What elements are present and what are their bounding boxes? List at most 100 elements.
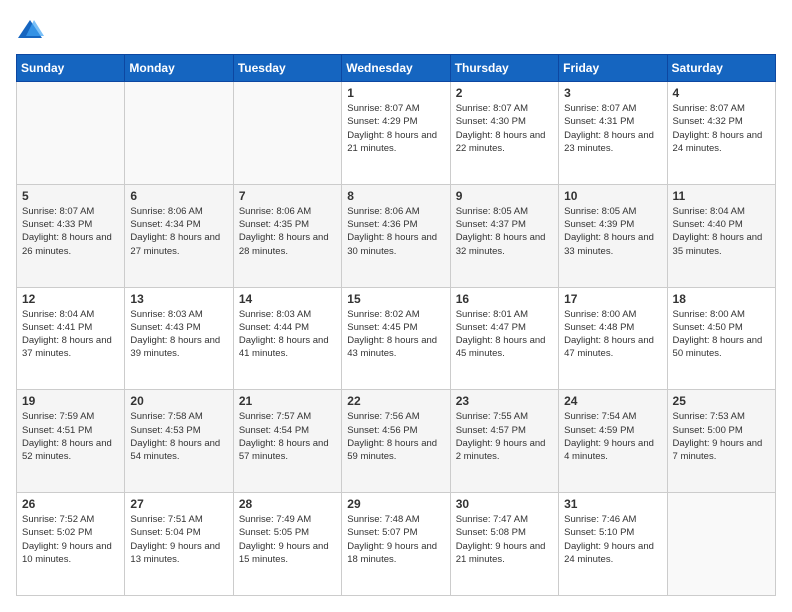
day-info: Sunrise: 7:55 AM Sunset: 4:57 PM Dayligh… bbox=[456, 410, 553, 463]
day-number: 7 bbox=[239, 189, 336, 203]
day-info: Sunrise: 7:59 AM Sunset: 4:51 PM Dayligh… bbox=[22, 410, 119, 463]
day-number: 1 bbox=[347, 86, 444, 100]
calendar-cell: 14 Sunrise: 8:03 AM Sunset: 4:44 PM Dayli… bbox=[233, 287, 341, 390]
day-info: Sunrise: 8:00 AM Sunset: 4:50 PM Dayligh… bbox=[673, 308, 770, 361]
calendar-cell: 29 Sunrise: 7:48 AM Sunset: 5:07 PM Dayli… bbox=[342, 493, 450, 596]
calendar-cell bbox=[125, 82, 233, 185]
logo-icon bbox=[16, 16, 44, 44]
day-info: Sunrise: 8:06 AM Sunset: 4:35 PM Dayligh… bbox=[239, 205, 336, 258]
calendar-cell: 3 Sunrise: 8:07 AM Sunset: 4:31 PM Daylig… bbox=[559, 82, 667, 185]
day-info: Sunrise: 8:03 AM Sunset: 4:43 PM Dayligh… bbox=[130, 308, 227, 361]
day-info: Sunrise: 7:47 AM Sunset: 5:08 PM Dayligh… bbox=[456, 513, 553, 566]
day-number: 23 bbox=[456, 394, 553, 408]
calendar-cell: 6 Sunrise: 8:06 AM Sunset: 4:34 PM Daylig… bbox=[125, 184, 233, 287]
calendar-body: 1 Sunrise: 8:07 AM Sunset: 4:29 PM Daylig… bbox=[17, 82, 776, 596]
calendar-cell: 27Sunrise: 7:51 AM Sunset: 5:04 PM Dayli… bbox=[125, 493, 233, 596]
day-number: 26 bbox=[22, 497, 119, 511]
calendar-cell: 5 Sunrise: 8:07 AM Sunset: 4:33 PM Daylig… bbox=[17, 184, 125, 287]
calendar-cell: 25 Sunrise: 7:53 AM Sunset: 5:00 PM Dayli… bbox=[667, 390, 775, 493]
calendar-cell: 8Sunrise: 8:06 AM Sunset: 4:36 PM Daylig… bbox=[342, 184, 450, 287]
day-info: Sunrise: 8:06 AM Sunset: 4:34 PM Dayligh… bbox=[130, 205, 227, 258]
calendar-cell bbox=[667, 493, 775, 596]
day-info: Sunrise: 7:52 AM Sunset: 5:02 PM Dayligh… bbox=[22, 513, 119, 566]
day-info: Sunrise: 8:03 AM Sunset: 4:44 PM Dayligh… bbox=[239, 308, 336, 361]
day-info: Sunrise: 8:05 AM Sunset: 4:37 PM Dayligh… bbox=[456, 205, 553, 258]
day-info: Sunrise: 8:07 AM Sunset: 4:32 PM Dayligh… bbox=[673, 102, 770, 155]
calendar-cell: 20Sunrise: 7:58 AM Sunset: 4:53 PM Dayli… bbox=[125, 390, 233, 493]
day-number: 24 bbox=[564, 394, 661, 408]
calendar-cell: 11 Sunrise: 8:04 AM Sunset: 4:40 PM Dayli… bbox=[667, 184, 775, 287]
header-day: Thursday bbox=[450, 55, 558, 82]
calendar-cell: 16Sunrise: 8:01 AM Sunset: 4:47 PM Dayli… bbox=[450, 287, 558, 390]
calendar-cell: 22 Sunrise: 7:56 AM Sunset: 4:56 PM Dayli… bbox=[342, 390, 450, 493]
day-number: 25 bbox=[673, 394, 770, 408]
day-info: Sunrise: 7:57 AM Sunset: 4:54 PM Dayligh… bbox=[239, 410, 336, 463]
calendar-cell: 31 Sunrise: 7:46 AM Sunset: 5:10 PM Dayli… bbox=[559, 493, 667, 596]
header-day: Sunday bbox=[17, 55, 125, 82]
day-info: Sunrise: 7:53 AM Sunset: 5:00 PM Dayligh… bbox=[673, 410, 770, 463]
day-info: Sunrise: 7:46 AM Sunset: 5:10 PM Dayligh… bbox=[564, 513, 661, 566]
day-number: 4 bbox=[673, 86, 770, 100]
day-number: 5 bbox=[22, 189, 119, 203]
header-day: Tuesday bbox=[233, 55, 341, 82]
header-day: Saturday bbox=[667, 55, 775, 82]
calendar-cell: 30 Sunrise: 7:47 AM Sunset: 5:08 PM Dayli… bbox=[450, 493, 558, 596]
day-number: 22 bbox=[347, 394, 444, 408]
calendar-week-row: 5 Sunrise: 8:07 AM Sunset: 4:33 PM Daylig… bbox=[17, 184, 776, 287]
day-info: Sunrise: 8:07 AM Sunset: 4:31 PM Dayligh… bbox=[564, 102, 661, 155]
day-info: Sunrise: 8:07 AM Sunset: 4:33 PM Dayligh… bbox=[22, 205, 119, 258]
calendar-cell: 23 Sunrise: 7:55 AM Sunset: 4:57 PM Dayli… bbox=[450, 390, 558, 493]
calendar-week-row: 12Sunrise: 8:04 AM Sunset: 4:41 PM Dayli… bbox=[17, 287, 776, 390]
day-number: 8 bbox=[347, 189, 444, 203]
day-number: 13 bbox=[130, 292, 227, 306]
header-day: Monday bbox=[125, 55, 233, 82]
day-info: Sunrise: 8:07 AM Sunset: 4:30 PM Dayligh… bbox=[456, 102, 553, 155]
calendar-cell: 1 Sunrise: 8:07 AM Sunset: 4:29 PM Daylig… bbox=[342, 82, 450, 185]
day-info: Sunrise: 8:04 AM Sunset: 4:40 PM Dayligh… bbox=[673, 205, 770, 258]
day-info: Sunrise: 8:02 AM Sunset: 4:45 PM Dayligh… bbox=[347, 308, 444, 361]
header-day: Wednesday bbox=[342, 55, 450, 82]
calendar-cell: 18Sunrise: 8:00 AM Sunset: 4:50 PM Dayli… bbox=[667, 287, 775, 390]
calendar-cell: 2Sunrise: 8:07 AM Sunset: 4:30 PM Daylig… bbox=[450, 82, 558, 185]
calendar-week-row: 1 Sunrise: 8:07 AM Sunset: 4:29 PM Daylig… bbox=[17, 82, 776, 185]
calendar-cell: 4 Sunrise: 8:07 AM Sunset: 4:32 PM Daylig… bbox=[667, 82, 775, 185]
header-row: SundayMondayTuesdayWednesdayThursdayFrid… bbox=[17, 55, 776, 82]
calendar-cell: 26 Sunrise: 7:52 AM Sunset: 5:02 PM Dayli… bbox=[17, 493, 125, 596]
day-number: 16 bbox=[456, 292, 553, 306]
calendar-cell: 12Sunrise: 8:04 AM Sunset: 4:41 PM Dayli… bbox=[17, 287, 125, 390]
day-number: 29 bbox=[347, 497, 444, 511]
header bbox=[16, 16, 776, 44]
calendar-cell bbox=[233, 82, 341, 185]
calendar-cell: 19 Sunrise: 7:59 AM Sunset: 4:51 PM Dayli… bbox=[17, 390, 125, 493]
day-info: Sunrise: 8:07 AM Sunset: 4:29 PM Dayligh… bbox=[347, 102, 444, 155]
day-number: 6 bbox=[130, 189, 227, 203]
calendar-cell: 28 Sunrise: 7:49 AM Sunset: 5:05 PM Dayli… bbox=[233, 493, 341, 596]
day-number: 9 bbox=[456, 189, 553, 203]
day-number: 12 bbox=[22, 292, 119, 306]
day-number: 10 bbox=[564, 189, 661, 203]
day-number: 3 bbox=[564, 86, 661, 100]
calendar-week-row: 19 Sunrise: 7:59 AM Sunset: 4:51 PM Dayli… bbox=[17, 390, 776, 493]
calendar-cell: 13 Sunrise: 8:03 AM Sunset: 4:43 PM Dayli… bbox=[125, 287, 233, 390]
day-info: Sunrise: 7:48 AM Sunset: 5:07 PM Dayligh… bbox=[347, 513, 444, 566]
logo bbox=[16, 16, 48, 44]
day-info: Sunrise: 7:49 AM Sunset: 5:05 PM Dayligh… bbox=[239, 513, 336, 566]
day-number: 20 bbox=[130, 394, 227, 408]
calendar-cell: 21 Sunrise: 7:57 AM Sunset: 4:54 PM Dayli… bbox=[233, 390, 341, 493]
calendar-cell: 24Sunrise: 7:54 AM Sunset: 4:59 PM Dayli… bbox=[559, 390, 667, 493]
calendar-table: SundayMondayTuesdayWednesdayThursdayFrid… bbox=[16, 54, 776, 596]
day-number: 14 bbox=[239, 292, 336, 306]
day-number: 21 bbox=[239, 394, 336, 408]
day-info: Sunrise: 8:05 AM Sunset: 4:39 PM Dayligh… bbox=[564, 205, 661, 258]
day-number: 19 bbox=[22, 394, 119, 408]
calendar-cell: 9 Sunrise: 8:05 AM Sunset: 4:37 PM Daylig… bbox=[450, 184, 558, 287]
calendar-cell: 17Sunrise: 8:00 AM Sunset: 4:48 PM Dayli… bbox=[559, 287, 667, 390]
page: SundayMondayTuesdayWednesdayThursdayFrid… bbox=[0, 0, 792, 612]
day-number: 30 bbox=[456, 497, 553, 511]
day-number: 31 bbox=[564, 497, 661, 511]
calendar-week-row: 26 Sunrise: 7:52 AM Sunset: 5:02 PM Dayli… bbox=[17, 493, 776, 596]
day-number: 28 bbox=[239, 497, 336, 511]
calendar-cell: 10 Sunrise: 8:05 AM Sunset: 4:39 PM Dayli… bbox=[559, 184, 667, 287]
day-number: 11 bbox=[673, 189, 770, 203]
day-info: Sunrise: 7:56 AM Sunset: 4:56 PM Dayligh… bbox=[347, 410, 444, 463]
